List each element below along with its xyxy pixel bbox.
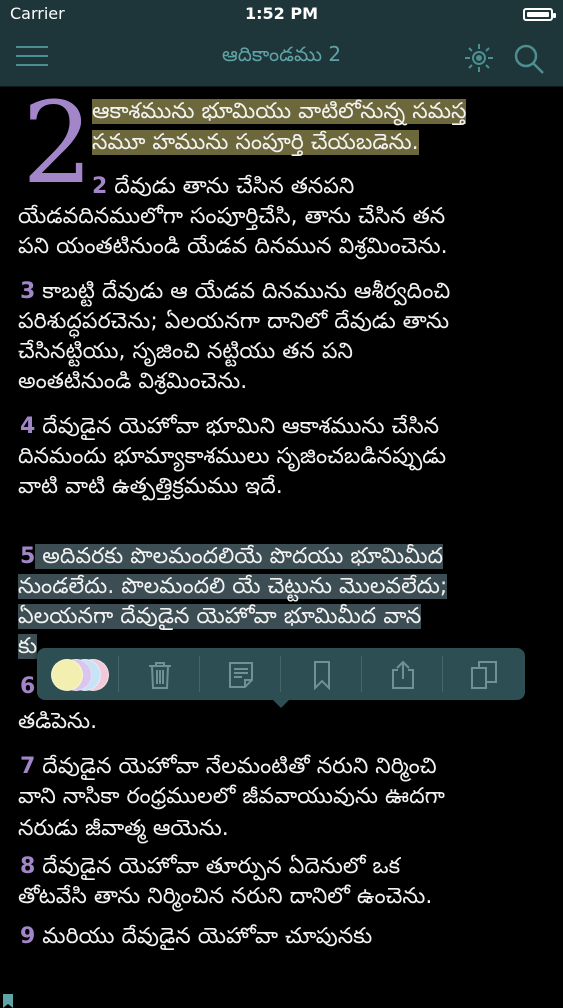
verse-line[interactable]: పని యంతటినుండి యేడవ దినమున విశ్రమించెను. (18, 236, 448, 258)
copy-icon (471, 661, 497, 689)
verse-text: నుండలేదు. పొలమందలి యే చెట్టును మొలవలేదు; (18, 574, 448, 599)
verse-line[interactable]: 3 కాబట్టి దేవుడు ఆ యేడవ దినమును ఆశీర్వది… (20, 281, 450, 303)
verse-number: 7 (20, 754, 36, 779)
verse-text: తోటవేసి తాను నిర్మించిన నరుని దానిలో ఉంచ… (18, 884, 433, 909)
verse-text: దేవుడైన యెహోవా భూమిని ఆకాశమును చేసిన (35, 414, 440, 439)
color-picker-icon (51, 659, 109, 691)
verse-text: ఆకాశమును భూమియు వాటిలోనున్న సమస్త (92, 99, 467, 124)
chapter-number: 2 (22, 79, 94, 209)
verse-number: 2 (92, 174, 108, 199)
bible-reader[interactable]: 2 ఆకాశమును భూమియు వాటిలోనున్న సమస్త సమూ హ… (0, 79, 563, 1008)
verse-line[interactable]: ఏలయనగా దేవుడైన యెహోవా భూమిమీద వాన (18, 604, 422, 629)
verse-number: 3 (20, 279, 36, 304)
verse-text: వాటి వాటి ఉత్పత్తిక్రమము ఇదే. (18, 474, 283, 499)
verse-line[interactable]: 2 దేవుడు తాను చేసిన తనపని (92, 176, 354, 198)
search-icon[interactable] (512, 42, 546, 76)
bookmark-button[interactable] (281, 648, 362, 700)
verse-action-toolbar (37, 648, 525, 708)
note-button[interactable] (200, 648, 281, 700)
verse-text: చేసినట్టియు, సృజించి నట్టియు తన పని (18, 339, 353, 364)
verse-text: అంతటినుండి విశ్రమించెను. (18, 369, 248, 394)
verse-text: నరుడు జీవాత్మ ఆయెను. (18, 816, 229, 841)
verse-line[interactable]: తోటవేసి తాను నిర్మించిన నరుని దానిలో ఉంచ… (18, 886, 432, 908)
verse-text: దేవుడైన యెహోవా నేలమంటితో నరుని నిర్మించి (35, 754, 437, 779)
sun-icon[interactable] (463, 42, 495, 74)
verse-line[interactable]: 5 అదివరకు పొలమందలియే పొదయు భూమిమీద (20, 544, 444, 569)
bookmark-icon (314, 661, 330, 690)
color-swatch (51, 659, 83, 691)
verse-line[interactable]: ఆకాశమును భూమియు వాటిలోనున్న సమస్త (92, 99, 467, 124)
verse-line[interactable]: వాని నాసికా రంధ్రములలో జీవవాయువును ఊదగా (18, 786, 445, 808)
verse-text: పని యంతటినుండి యేడవ దినమున విశ్రమించెను. (18, 234, 448, 259)
verse-line[interactable]: పరిశుద్ధపరచెను; ఏలయనగా దానిలో దేవుడు తాన… (18, 311, 449, 333)
note-icon (229, 662, 253, 688)
verse-line[interactable]: దినమందు భూమ్యాకాశములు సృజించబడినప్పుడు (18, 446, 446, 468)
verse-text: మరియు దేవుడైన యెహోవా చూపునకు (35, 924, 373, 949)
verse-line[interactable]: 7 దేవుడైన యెహోవా నేలమంటితో నరుని నిర్మిం… (20, 756, 437, 778)
verse-line[interactable]: అంతటినుండి విశ్రమించెను. (18, 371, 247, 393)
verse-number: 6 (20, 674, 36, 699)
verse-number: 5 (20, 544, 36, 569)
verse-text: దినమందు భూమ్యాకాశములు సృజించబడినప్పుడు (18, 444, 447, 469)
verse-text: సమూ హమును సంపూర్తి చేయబడెను. (92, 130, 419, 155)
verse-line[interactable]: తడిపెను. (18, 711, 97, 733)
verse-line[interactable]: 9 మరియు దేవుడైన యెహోవా చూపునకు (20, 926, 372, 948)
verse-line[interactable]: నరుడు జీవాత్మ ఆయెను. (18, 818, 229, 840)
verse-text: కు (18, 634, 38, 659)
verse-text: అదివరకు పొలమందలియే పొదయు భూమిమీద (35, 544, 444, 569)
verse-text: యేడవదినములోగా సంపూర్తిచేసి, తాను చేసిన త… (18, 204, 446, 229)
verse-line[interactable]: చేసినట్టియు, సృజించి నట్టియు తన పని (18, 341, 353, 363)
bookmark-marker-icon (3, 994, 13, 1008)
verse-number: 4 (20, 414, 36, 439)
verse-text: దేవుడైన యెహోవా తూర్పున ఏదెనులో ఒక (35, 854, 401, 879)
verse-text: దేవుడు తాను చేసిన తనపని (107, 174, 355, 199)
verse-line[interactable]: 8 దేవుడైన యెహోవా తూర్పున ఏదెనులో ఒక (20, 856, 400, 878)
verse-line[interactable]: నుండలేదు. పొలమందలి యే చెట్టును మొలవలేదు; (18, 574, 448, 599)
verse-text: తడిపెను. (18, 709, 98, 734)
share-icon (392, 660, 414, 689)
verse-line[interactable]: వాటి వాటి ఉత్పత్తిక్రమము ఇదే. (18, 476, 283, 498)
share-button[interactable] (362, 648, 443, 700)
battery-icon (523, 8, 556, 21)
verse-line[interactable]: సమూ హమును సంపూర్తి చేయబడెను. (92, 130, 419, 155)
trash-icon (149, 662, 171, 689)
verse-text: కాబట్టి దేవుడు ఆ యేడవ దినమును ఆశీర్వదించ… (35, 279, 451, 304)
highlight-color-button[interactable] (37, 648, 118, 700)
verse-text: పరిశుద్ధపరచెను; ఏలయనగా దానిలో దేవుడు తాన… (18, 309, 450, 334)
verse-line[interactable]: కు (18, 634, 38, 659)
verse-text: వాని నాసికా రంధ్రములలో జీవవాయువును ఊదగా (18, 784, 445, 809)
copy-button[interactable] (443, 648, 524, 700)
status-time: 1:52 PM (244, 4, 318, 23)
delete-button[interactable] (119, 648, 200, 700)
verse-text: ఏలయనగా దేవుడైన యెహోవా భూమిమీద వాన (18, 604, 422, 629)
status-bar: Carrier 1:52 PM (0, 0, 563, 28)
verse-number: 8 (20, 854, 36, 879)
verse-number: 9 (20, 924, 36, 949)
verse-line[interactable]: 4 దేవుడైన యెహోవా భూమిని ఆకాశమును చేసిన (20, 416, 439, 438)
verse-line[interactable]: యేడవదినములోగా సంపూర్తిచేసి, తాను చేసిన త… (18, 206, 445, 228)
